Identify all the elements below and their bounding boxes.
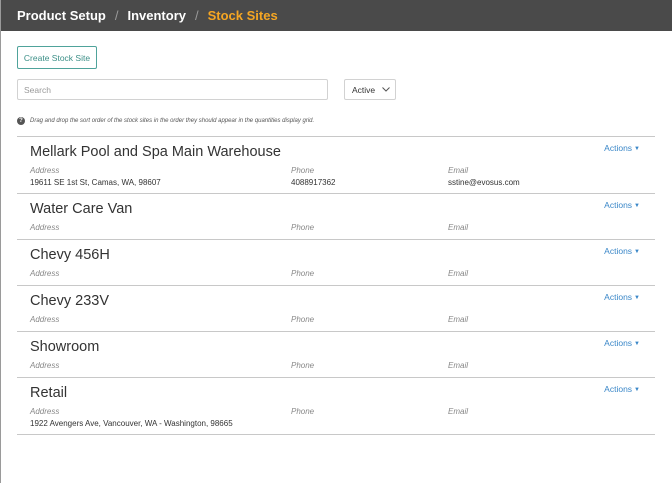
stock-site-row[interactable]: Retail Actions ▼ Address Phone Email 1922… xyxy=(17,378,655,435)
phone-label: Phone xyxy=(291,361,315,370)
sort-hint-text: Drag and drop the sort order of the stoc… xyxy=(30,118,315,124)
stock-site-list: Mellark Pool and Spa Main Warehouse Acti… xyxy=(17,136,655,435)
actions-dropdown[interactable]: Actions ▼ xyxy=(604,246,640,256)
stock-site-row[interactable]: Chevy 456H Actions ▼ Address Phone Email xyxy=(17,240,655,286)
breadcrumb-product-setup[interactable]: Product Setup xyxy=(17,8,106,23)
phone-label: Phone xyxy=(291,269,315,278)
stock-site-row[interactable]: Mellark Pool and Spa Main Warehouse Acti… xyxy=(17,137,655,194)
phone-label: Phone xyxy=(291,315,315,324)
phone-label: Phone xyxy=(291,407,315,416)
caret-down-icon: ▼ xyxy=(634,249,640,255)
email-label: Email xyxy=(448,361,469,370)
breadcrumb-stock-sites: Stock Sites xyxy=(207,8,278,23)
site-name: Water Care Van xyxy=(30,201,133,217)
actions-dropdown[interactable]: Actions ▼ xyxy=(604,384,640,394)
breadcrumb-separator: / xyxy=(194,8,199,23)
status-filter-select[interactable]: Active xyxy=(344,79,396,100)
caret-down-icon: ▼ xyxy=(634,295,640,301)
phone-label: Phone xyxy=(291,166,315,175)
caret-down-icon: ▼ xyxy=(634,387,640,393)
address-value: 1922 Avengers Ave, Vancouver, WA - Washi… xyxy=(30,419,233,428)
sort-hint: ? Drag and drop the sort order of the st… xyxy=(17,117,314,125)
address-value: 19611 SE 1st St, Camas, WA, 98607 xyxy=(30,178,161,187)
actions-dropdown[interactable]: Actions ▼ xyxy=(604,200,640,210)
address-label: Address xyxy=(30,315,60,324)
email-label: Email xyxy=(448,269,469,278)
site-name: Chevy 456H xyxy=(30,247,110,263)
caret-down-icon: ▼ xyxy=(634,341,640,347)
email-label: Email xyxy=(448,407,469,416)
stock-site-row[interactable]: Showroom Actions ▼ Address Phone Email xyxy=(17,332,655,378)
site-name: Mellark Pool and Spa Main Warehouse xyxy=(30,144,281,160)
actions-dropdown[interactable]: Actions ▼ xyxy=(604,143,640,153)
email-label: Email xyxy=(448,315,469,324)
address-label: Address xyxy=(30,361,60,370)
help-icon: ? xyxy=(17,117,25,125)
site-name: Showroom xyxy=(30,339,100,355)
address-label: Address xyxy=(30,166,60,175)
stock-site-row[interactable]: Chevy 233V Actions ▼ Address Phone Email xyxy=(17,286,655,332)
stock-site-row[interactable]: Water Care Van Actions ▼ Address Phone Em… xyxy=(17,194,655,240)
email-label: Email xyxy=(448,223,469,232)
email-label: Email xyxy=(448,166,469,175)
breadcrumb-inventory[interactable]: Inventory xyxy=(127,8,186,23)
phone-label: Phone xyxy=(291,223,315,232)
site-name: Chevy 233V xyxy=(30,293,109,309)
phone-value: 4088917362 xyxy=(291,178,336,187)
address-label: Address xyxy=(30,407,60,416)
breadcrumb: Product Setup / Inventory / Stock Sites xyxy=(1,0,672,31)
actions-dropdown[interactable]: Actions ▼ xyxy=(604,338,640,348)
site-name: Retail xyxy=(30,385,68,401)
breadcrumb-separator: / xyxy=(114,8,119,23)
caret-down-icon: ▼ xyxy=(634,146,640,152)
chevron-down-icon xyxy=(382,85,391,94)
email-value: sstine@evosus.com xyxy=(448,178,520,187)
caret-down-icon: ▼ xyxy=(634,203,640,209)
create-stock-site-button[interactable]: Create Stock Site xyxy=(17,46,97,69)
actions-dropdown[interactable]: Actions ▼ xyxy=(604,292,640,302)
address-label: Address xyxy=(30,269,60,278)
search-input[interactable] xyxy=(17,79,328,100)
status-filter-value: Active xyxy=(352,84,376,95)
address-label: Address xyxy=(30,223,60,232)
